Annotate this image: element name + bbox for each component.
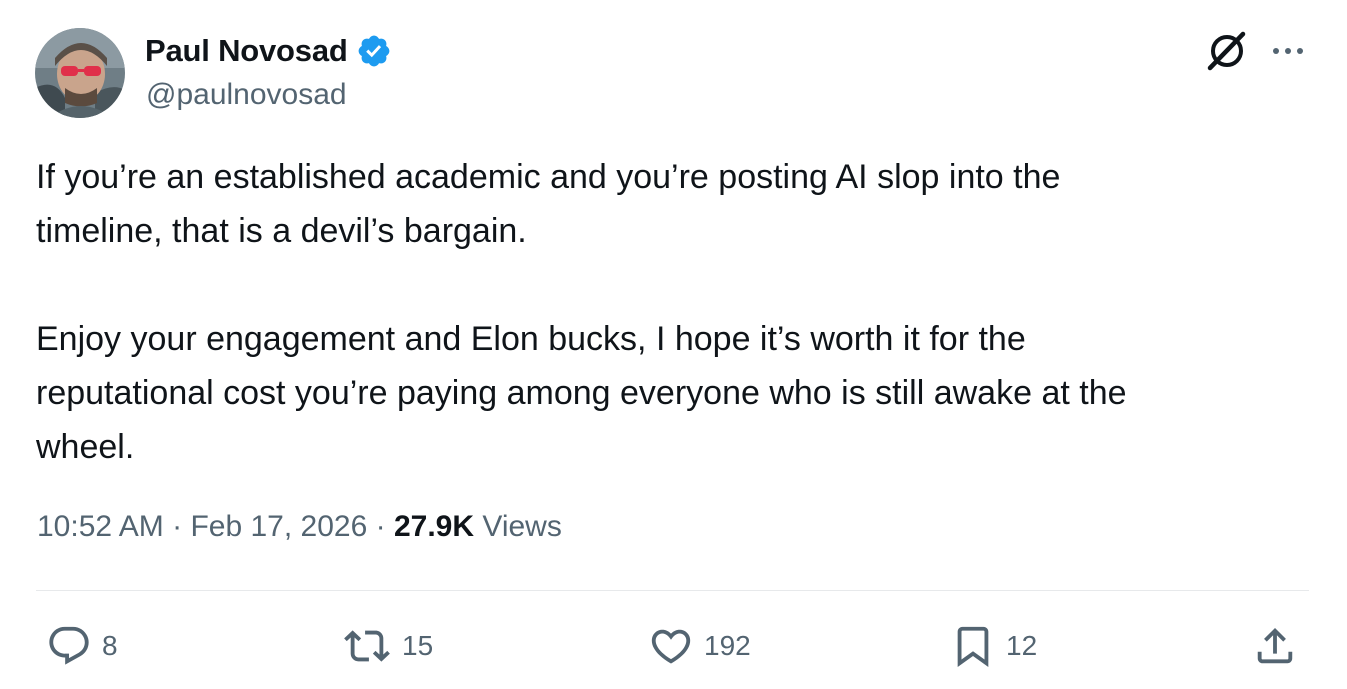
share-icon xyxy=(1257,627,1293,664)
retweet-icon xyxy=(344,630,390,662)
author-display-name[interactable]: Paul Novosad xyxy=(145,33,348,69)
tweet-paragraph-1: If you’re an established academic and yo… xyxy=(36,158,1061,250)
meta-separator: · xyxy=(375,510,386,543)
avatar[interactable] xyxy=(35,28,125,118)
reply-button[interactable]: 8 xyxy=(46,622,118,670)
retweet-count: 15 xyxy=(402,630,434,661)
tweet-text: If you’re an established academic and yo… xyxy=(36,150,1306,474)
more-icon[interactable] xyxy=(1266,31,1310,71)
bookmark-button[interactable]: 12 xyxy=(950,622,1037,670)
like-button[interactable]: 192 xyxy=(648,622,751,670)
author-name-row[interactable]: Paul Novosad xyxy=(145,30,392,72)
divider xyxy=(36,590,1309,591)
tweet-card: Paul Novosad @paulnovosad If you’re an e… xyxy=(0,0,1347,689)
tweet-time[interactable]: 10:52 AM xyxy=(37,510,164,543)
share-button[interactable] xyxy=(1252,622,1298,670)
meta-separator: · xyxy=(172,510,183,543)
views-count: 27.9K xyxy=(393,510,475,543)
avatar-image xyxy=(35,28,125,118)
views-label: Views xyxy=(482,510,562,543)
like-icon xyxy=(651,629,691,664)
reply-count: 8 xyxy=(102,630,118,661)
bookmark-icon xyxy=(957,626,989,667)
grok-icon[interactable] xyxy=(1203,27,1251,75)
retweet-button[interactable]: 15 xyxy=(342,622,433,670)
verified-badge-icon xyxy=(356,33,392,69)
reply-icon xyxy=(49,626,89,665)
like-count: 192 xyxy=(704,630,751,661)
tweet-meta: 10:52 AM · Feb 17, 2026 · 27.9K Views xyxy=(37,510,562,544)
tweet-date[interactable]: Feb 17, 2026 xyxy=(190,510,367,543)
author-handle[interactable]: @paulnovosad xyxy=(146,78,347,112)
tweet-paragraph-2: Enjoy your engagement and Elon bucks, I … xyxy=(36,320,1127,466)
bookmark-count: 12 xyxy=(1006,630,1038,661)
